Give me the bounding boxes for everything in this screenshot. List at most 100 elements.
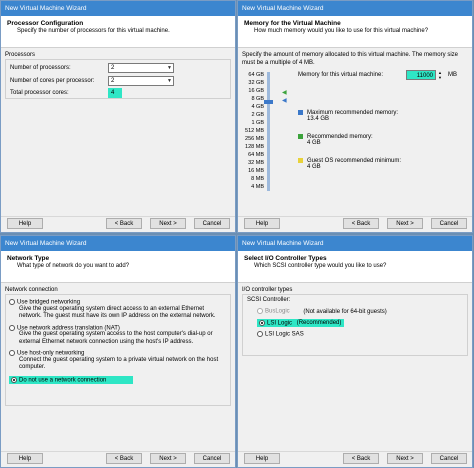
next-button[interactable]: Next >: [387, 453, 423, 464]
cancel-button[interactable]: Cancel: [431, 453, 467, 464]
radio-lsi-logic[interactable]: [259, 319, 265, 326]
wizard-header: Select I/O Controller Types Which SCSI c…: [238, 251, 472, 283]
cancel-button[interactable]: Cancel: [194, 453, 230, 464]
io-group-label: I/O controller types: [242, 287, 293, 293]
help-button[interactable]: Help: [7, 453, 43, 464]
chevron-down-icon: ▼: [167, 65, 172, 71]
wizard-footer: Help < Back Next > Cancel: [1, 216, 235, 232]
wizard-header: Memory for the Virtual Machine How much …: [238, 16, 472, 48]
page-subtitle: Specify the number of processors for thi…: [17, 28, 170, 34]
memory-slider-track[interactable]: [267, 72, 270, 191]
back-button[interactable]: < Back: [106, 453, 142, 464]
next-button[interactable]: Next >: [150, 218, 186, 229]
memory-scale-tick: 32 GB: [248, 80, 264, 86]
cancel-button[interactable]: Cancel: [431, 218, 467, 229]
max-marker-icon: ◀: [282, 98, 287, 104]
processor-wizard-window: New Virtual Machine Wizard Processor Con…: [0, 0, 236, 233]
memory-scale-tick: 128 MB: [245, 144, 264, 150]
next-button[interactable]: Next >: [150, 453, 186, 464]
lsi-logic-sas-label: LSI Logic SAS: [265, 331, 304, 338]
recommended-marker-icon: ◀: [282, 90, 287, 96]
cores-value: 2: [111, 78, 115, 84]
memory-scale-tick: 8 MB: [251, 176, 264, 182]
io-body: I/O controller types SCSI Controller: Bu…: [238, 283, 472, 360]
help-button[interactable]: Help: [244, 218, 280, 229]
memory-scale-tick: 8 GB: [251, 96, 264, 102]
network-wizard-window: New Virtual Machine Wizard Network Type …: [0, 235, 236, 468]
radio-buslogic: [257, 308, 263, 314]
wizard-header: Processor Configuration Specify the numb…: [1, 16, 235, 48]
memory-amount-input[interactable]: 11000: [406, 70, 436, 80]
memory-wizard-window: New Virtual Machine Wizard Memory for th…: [237, 0, 473, 233]
cancel-button[interactable]: Cancel: [194, 218, 230, 229]
back-button[interactable]: < Back: [343, 453, 379, 464]
memory-scale-tick: 2 GB: [251, 112, 264, 118]
nat-desc: Give the guest operating system access t…: [19, 331, 213, 345]
window-title: New Virtual Machine Wizard: [1, 1, 235, 16]
lsi-logic-note: (Recommended): [296, 320, 342, 327]
chevron-down-icon: ▼: [167, 78, 172, 84]
page-title: Processor Configuration: [7, 20, 84, 27]
num-processors-select[interactable]: 2 ▼: [108, 63, 174, 73]
back-button[interactable]: < Back: [106, 218, 142, 229]
radio-nat[interactable]: [9, 324, 15, 331]
max-legend-icon: [298, 110, 303, 115]
page-subtitle: Which SCSI controller type would you lik…: [254, 263, 387, 269]
window-title: New Virtual Machine Wizard: [238, 236, 472, 251]
memory-scale-tick: 64 GB: [248, 72, 264, 78]
cores-label: Number of cores per processor:: [10, 78, 95, 84]
total-cores-value: 4: [108, 88, 122, 98]
memory-unit: MB: [448, 72, 457, 78]
back-button[interactable]: < Back: [343, 218, 379, 229]
num-processors-label: Number of processors:: [10, 65, 71, 71]
radio-bridged[interactable]: [9, 299, 15, 305]
guest-legend-icon: [298, 158, 303, 163]
guest-min-value: 4 GB: [307, 164, 321, 171]
next-button[interactable]: Next >: [387, 218, 423, 229]
io-group: SCSI Controller: BusLogic (Not available…: [242, 294, 468, 356]
radio-lsi-logic-sas[interactable]: [257, 331, 263, 338]
page-title: Select I/O Controller Types: [244, 255, 327, 262]
bridged-desc: Give the guest operating system direct a…: [19, 305, 216, 320]
option-lsi-logic-sas[interactable]: LSI Logic SAS: [247, 331, 463, 338]
help-button[interactable]: Help: [7, 218, 43, 229]
option-no-network[interactable]: Do not use a network connection: [9, 375, 133, 385]
page-subtitle: What type of network do you want to add?: [17, 263, 130, 269]
network-group: Use bridged networking Give the guest op…: [5, 294, 231, 406]
radio-no-network[interactable]: [11, 376, 17, 383]
memory-scale-tick: 4 GB: [251, 104, 264, 110]
memory-scale-tick: 512 MB: [245, 128, 264, 134]
buslogic-note: (Not available for 64-bit guests): [303, 308, 387, 315]
memory-spinner[interactable]: ▲ ▼: [437, 70, 443, 80]
total-cores-label: Total processor cores:: [10, 90, 69, 96]
memory-slider-thumb[interactable]: [264, 100, 273, 104]
option-host-only[interactable]: Use host-only networking Connect the gue…: [9, 350, 227, 372]
memory-scale-tick: 16 MB: [248, 168, 264, 174]
option-lsi-logic[interactable]: LSI Logic (Recommended): [257, 318, 344, 328]
page-title: Memory for the Virtual Machine: [244, 20, 341, 27]
cores-per-processor-select[interactable]: 2 ▼: [108, 76, 174, 86]
bridged-label: Use bridged networking: [17, 299, 81, 306]
option-nat[interactable]: Use network address translation (NAT) Gi…: [9, 324, 227, 347]
processors-group-label: Processors: [5, 52, 36, 58]
num-processors-value: 2: [111, 65, 115, 71]
rec-value: 4 GB: [307, 140, 321, 147]
memory-amount-label: Memory for this virtual machine:: [298, 72, 384, 78]
processor-body: Processors Number of processors: 2 ▼ Num…: [1, 48, 235, 103]
page-subtitle: How much memory would you like to use fo…: [254, 28, 429, 34]
memory-description: Specify the amount of memory allocated t…: [242, 52, 458, 66]
host-only-label: Use host-only networking: [17, 350, 85, 357]
wizard-header: Network Type What type of network do you…: [1, 251, 235, 283]
max-recommended: Maximum recommended memory: 13.4 GB: [298, 110, 398, 122]
memory-scale-tick: 4 MB: [251, 184, 264, 190]
radio-host-only[interactable]: [9, 350, 15, 357]
guest-min-label: Guest OS recommended minimum:: [307, 158, 402, 165]
help-button[interactable]: Help: [244, 453, 280, 464]
wizard-footer: Help < Back Next > Cancel: [238, 216, 472, 232]
host-only-desc: Connect the guest operating system to a …: [19, 356, 219, 371]
memory-scale-tick: 16 GB: [248, 88, 264, 94]
page-title: Network Type: [7, 255, 50, 262]
buslogic-label: BusLogic: [265, 308, 290, 315]
option-bridged[interactable]: Use bridged networking Give the guest op…: [9, 299, 227, 321]
memory-scale-tick: 256 MB: [245, 136, 264, 142]
